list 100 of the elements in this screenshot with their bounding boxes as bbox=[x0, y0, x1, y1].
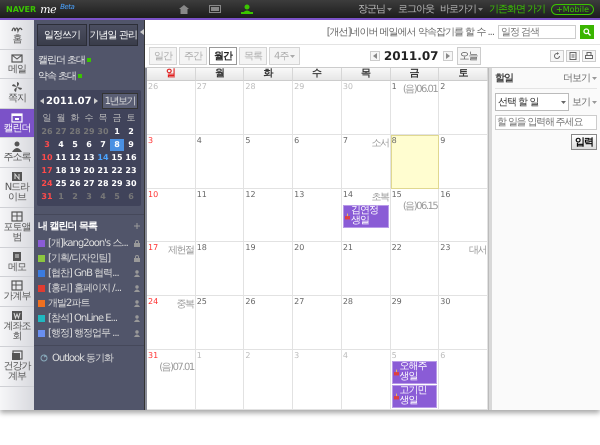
day-cell[interactable]: 5 bbox=[244, 134, 294, 189]
day-cell[interactable]: 19 bbox=[244, 242, 294, 296]
menu-link[interactable]: 바로가기 bbox=[440, 2, 483, 16]
day-cell[interactable]: 26 bbox=[244, 296, 294, 350]
nav-button[interactable] bbox=[179, 4, 190, 14]
calendar-name[interactable]: [기획/디자인팀] bbox=[48, 253, 131, 264]
today-button[interactable]: 오늘 bbox=[456, 47, 481, 65]
invite-link[interactable]: 캘린더 초대 bbox=[38, 53, 92, 67]
day-cell[interactable]: 20 bbox=[293, 242, 342, 296]
mobile-button[interactable]: +Mobile bbox=[551, 4, 594, 14]
day-cell[interactable]: 15 (음)06.15 bbox=[390, 188, 440, 242]
list-view-button[interactable] bbox=[566, 50, 580, 62]
todo-filter-select[interactable]: 선택 할 일 bbox=[495, 93, 569, 111]
mini-day[interactable]: 1 bbox=[110, 126, 124, 138]
print-button[interactable] bbox=[582, 50, 596, 62]
mini-day[interactable]: 8 bbox=[110, 139, 124, 151]
mini-day[interactable]: 13 bbox=[82, 152, 96, 164]
mini-day[interactable]: 12 bbox=[68, 152, 82, 164]
calendar-name[interactable]: [홍리] 홈페이지 /... bbox=[48, 283, 131, 294]
rail-item[interactable]: 캘린더 bbox=[0, 108, 34, 138]
next-month-button[interactable] bbox=[94, 98, 98, 104]
mini-day[interactable]: 21 bbox=[96, 165, 110, 177]
day-cell[interactable]: 22 bbox=[390, 242, 440, 296]
calendar-event[interactable]: 오해주 생일 bbox=[392, 360, 438, 384]
day-cell[interactable]: 4 bbox=[196, 134, 244, 189]
classic-view-link[interactable]: 기존화면 가기 bbox=[488, 2, 546, 16]
mini-day[interactable]: 19 bbox=[68, 165, 82, 177]
day-cell[interactable]: 28 bbox=[342, 296, 391, 350]
day-cell[interactable]: 21 bbox=[342, 242, 391, 296]
nav-button[interactable] bbox=[209, 5, 222, 13]
day-cell[interactable]: 3 bbox=[147, 134, 196, 189]
refresh-button[interactable] bbox=[550, 50, 564, 62]
mini-day[interactable]: 27 bbox=[82, 178, 96, 190]
mini-day[interactable]: 16 bbox=[124, 152, 138, 164]
day-cell[interactable]: 6 bbox=[293, 134, 342, 189]
mini-day[interactable]: 5 bbox=[68, 139, 82, 151]
mini-day[interactable]: 14 bbox=[96, 152, 110, 164]
calendar-name[interactable]: [참석] OnLine E... bbox=[48, 313, 131, 324]
add-icon[interactable] bbox=[134, 223, 140, 229]
prev-month-button[interactable] bbox=[40, 98, 44, 104]
year-view-button[interactable]: 1년보기 bbox=[102, 93, 138, 109]
next-month-button[interactable] bbox=[442, 51, 453, 61]
day-cell[interactable]: 25 bbox=[196, 296, 244, 350]
calendar-name[interactable]: [행정] 행정업무 ... bbox=[48, 328, 131, 339]
sidebar-button[interactable]: 기념일 관리 bbox=[88, 24, 138, 46]
mini-day[interactable]: 9 bbox=[124, 139, 138, 151]
day-cell[interactable]: 18 bbox=[196, 242, 244, 296]
search-field[interactable]: 일정 검색 bbox=[498, 25, 576, 39]
day-cell[interactable]: 13 bbox=[293, 188, 342, 242]
logout-link[interactable]: 로그아웃 bbox=[398, 2, 434, 16]
day-cell[interactable]: 31 (음)07.01 bbox=[147, 350, 196, 410]
mini-day[interactable]: 11 bbox=[54, 152, 68, 164]
notice-link[interactable]: [개선]네이버 메일에서 약속잡기를 할 수 ... bbox=[326, 25, 494, 39]
view-tab[interactable]: 월간 bbox=[209, 47, 237, 65]
mini-day[interactable]: 26 bbox=[68, 178, 82, 190]
view-link[interactable]: 보기 bbox=[572, 95, 597, 109]
submit-button[interactable]: 입력 bbox=[571, 134, 597, 150]
outlook-sync-link[interactable]: Outlook 동기화 bbox=[52, 351, 114, 365]
mini-day[interactable]: 22 bbox=[110, 165, 124, 177]
mini-day[interactable]: 3 bbox=[40, 139, 54, 151]
day-cell[interactable]: 8 bbox=[390, 134, 440, 189]
mini-day[interactable]: 7 bbox=[96, 139, 110, 151]
calendar-event[interactable]: 고기민 생일 bbox=[392, 384, 438, 408]
mini-day[interactable]: 6 bbox=[82, 139, 96, 151]
mini-day[interactable]: 24 bbox=[40, 178, 54, 190]
mini-day[interactable]: 17 bbox=[40, 165, 54, 177]
mini-day[interactable]: 31 bbox=[40, 191, 54, 203]
prev-month-button[interactable] bbox=[370, 51, 380, 61]
mini-day[interactable]: 30 bbox=[124, 178, 138, 190]
mini-day[interactable]: 20 bbox=[82, 165, 96, 177]
todo-input[interactable]: 할 일을 입력해 주세요 bbox=[495, 115, 597, 130]
mini-day[interactable]: 28 bbox=[96, 178, 110, 190]
day-cell[interactable]: 5 오해주 생일 고기민 생일 bbox=[390, 350, 440, 410]
day-cell[interactable]: 29 bbox=[390, 296, 440, 350]
day-cell[interactable]: 24 중복 bbox=[147, 296, 196, 350]
search-button[interactable] bbox=[580, 25, 594, 39]
mini-day[interactable]: 23 bbox=[124, 165, 138, 177]
calendar-name[interactable]: [협찬] GnB 협력... bbox=[48, 268, 131, 279]
mini-day[interactable]: 29 bbox=[110, 178, 124, 190]
collapse-icon[interactable] bbox=[140, 29, 144, 35]
mini-day[interactable]: 10 bbox=[40, 152, 54, 164]
mini-day[interactable]: 2 bbox=[124, 126, 138, 138]
sidebar-button[interactable]: 일정쓰기 bbox=[37, 24, 86, 46]
more-link[interactable]: 더보기 bbox=[563, 71, 597, 85]
day-cell[interactable]: 14 초복 김연정 생일 bbox=[342, 188, 391, 242]
nav-button[interactable] bbox=[241, 4, 254, 14]
invite-link[interactable]: 약속 초대 bbox=[38, 69, 82, 83]
day-cell[interactable]: 27 bbox=[293, 296, 342, 350]
mini-day[interactable]: 15 bbox=[110, 152, 124, 164]
menu-link[interactable]: 장군님 bbox=[358, 2, 392, 16]
calendar-name[interactable]: 개발2파트 bbox=[48, 298, 131, 309]
mini-day[interactable]: 25 bbox=[54, 178, 68, 190]
day-cell[interactable]: 11 bbox=[196, 188, 244, 242]
calendar-name[interactable]: [개]kang2oon's 스... bbox=[48, 238, 131, 249]
day-cell[interactable]: 17 제헌절 bbox=[147, 242, 196, 296]
day-cell[interactable]: 10 bbox=[147, 188, 196, 242]
day-cell[interactable]: 12 bbox=[244, 188, 294, 242]
calendar-event[interactable]: 김연정 생일 bbox=[342, 204, 389, 228]
mini-day[interactable]: 18 bbox=[54, 165, 68, 177]
mini-day[interactable]: 4 bbox=[54, 139, 68, 151]
